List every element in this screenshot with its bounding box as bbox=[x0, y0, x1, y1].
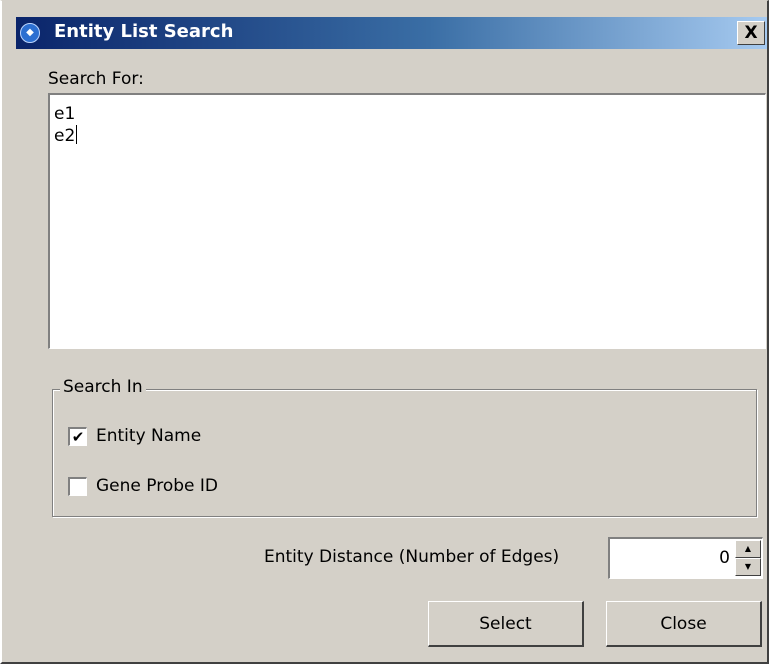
close-button[interactable]: Close bbox=[606, 601, 762, 647]
gene-probe-id-option[interactable]: Gene Probe ID bbox=[68, 476, 218, 496]
gene-probe-id-checkbox[interactable] bbox=[68, 476, 87, 496]
search-line: e1 bbox=[54, 104, 76, 124]
spin-down-icon[interactable]: ▼ bbox=[735, 558, 761, 576]
entity-name-option[interactable]: ✔ Entity Name bbox=[68, 426, 201, 446]
window-title: Entity List Search bbox=[54, 21, 234, 42]
app-icon: ◆ bbox=[20, 23, 40, 43]
select-button[interactable]: Select bbox=[428, 601, 584, 647]
entity-distance-spinner[interactable]: 0 ▲ ▼ bbox=[608, 537, 763, 579]
close-window-button[interactable]: X bbox=[737, 21, 765, 45]
entity-distance-label: Entity Distance (Number of Edges) bbox=[264, 547, 560, 567]
search-for-textarea[interactable]: e1 e2 bbox=[48, 93, 766, 349]
entity-list-search-dialog: ◆ Entity List Search X Search For: e1 e2… bbox=[0, 0, 769, 664]
spin-up-icon[interactable]: ▲ bbox=[735, 540, 761, 558]
text-caret bbox=[76, 125, 78, 144]
title-bar[interactable]: ◆ Entity List Search X bbox=[16, 17, 767, 49]
entity-name-checkbox[interactable]: ✔ bbox=[68, 426, 87, 446]
entity-distance-value[interactable]: 0 bbox=[719, 548, 730, 568]
search-for-label: Search For: bbox=[48, 69, 144, 89]
search-line: e2 bbox=[54, 125, 78, 146]
entity-name-label: Entity Name bbox=[96, 426, 202, 446]
gene-probe-id-label: Gene Probe ID bbox=[96, 476, 218, 496]
search-in-group bbox=[52, 389, 757, 517]
search-in-title: Search In bbox=[60, 377, 146, 397]
